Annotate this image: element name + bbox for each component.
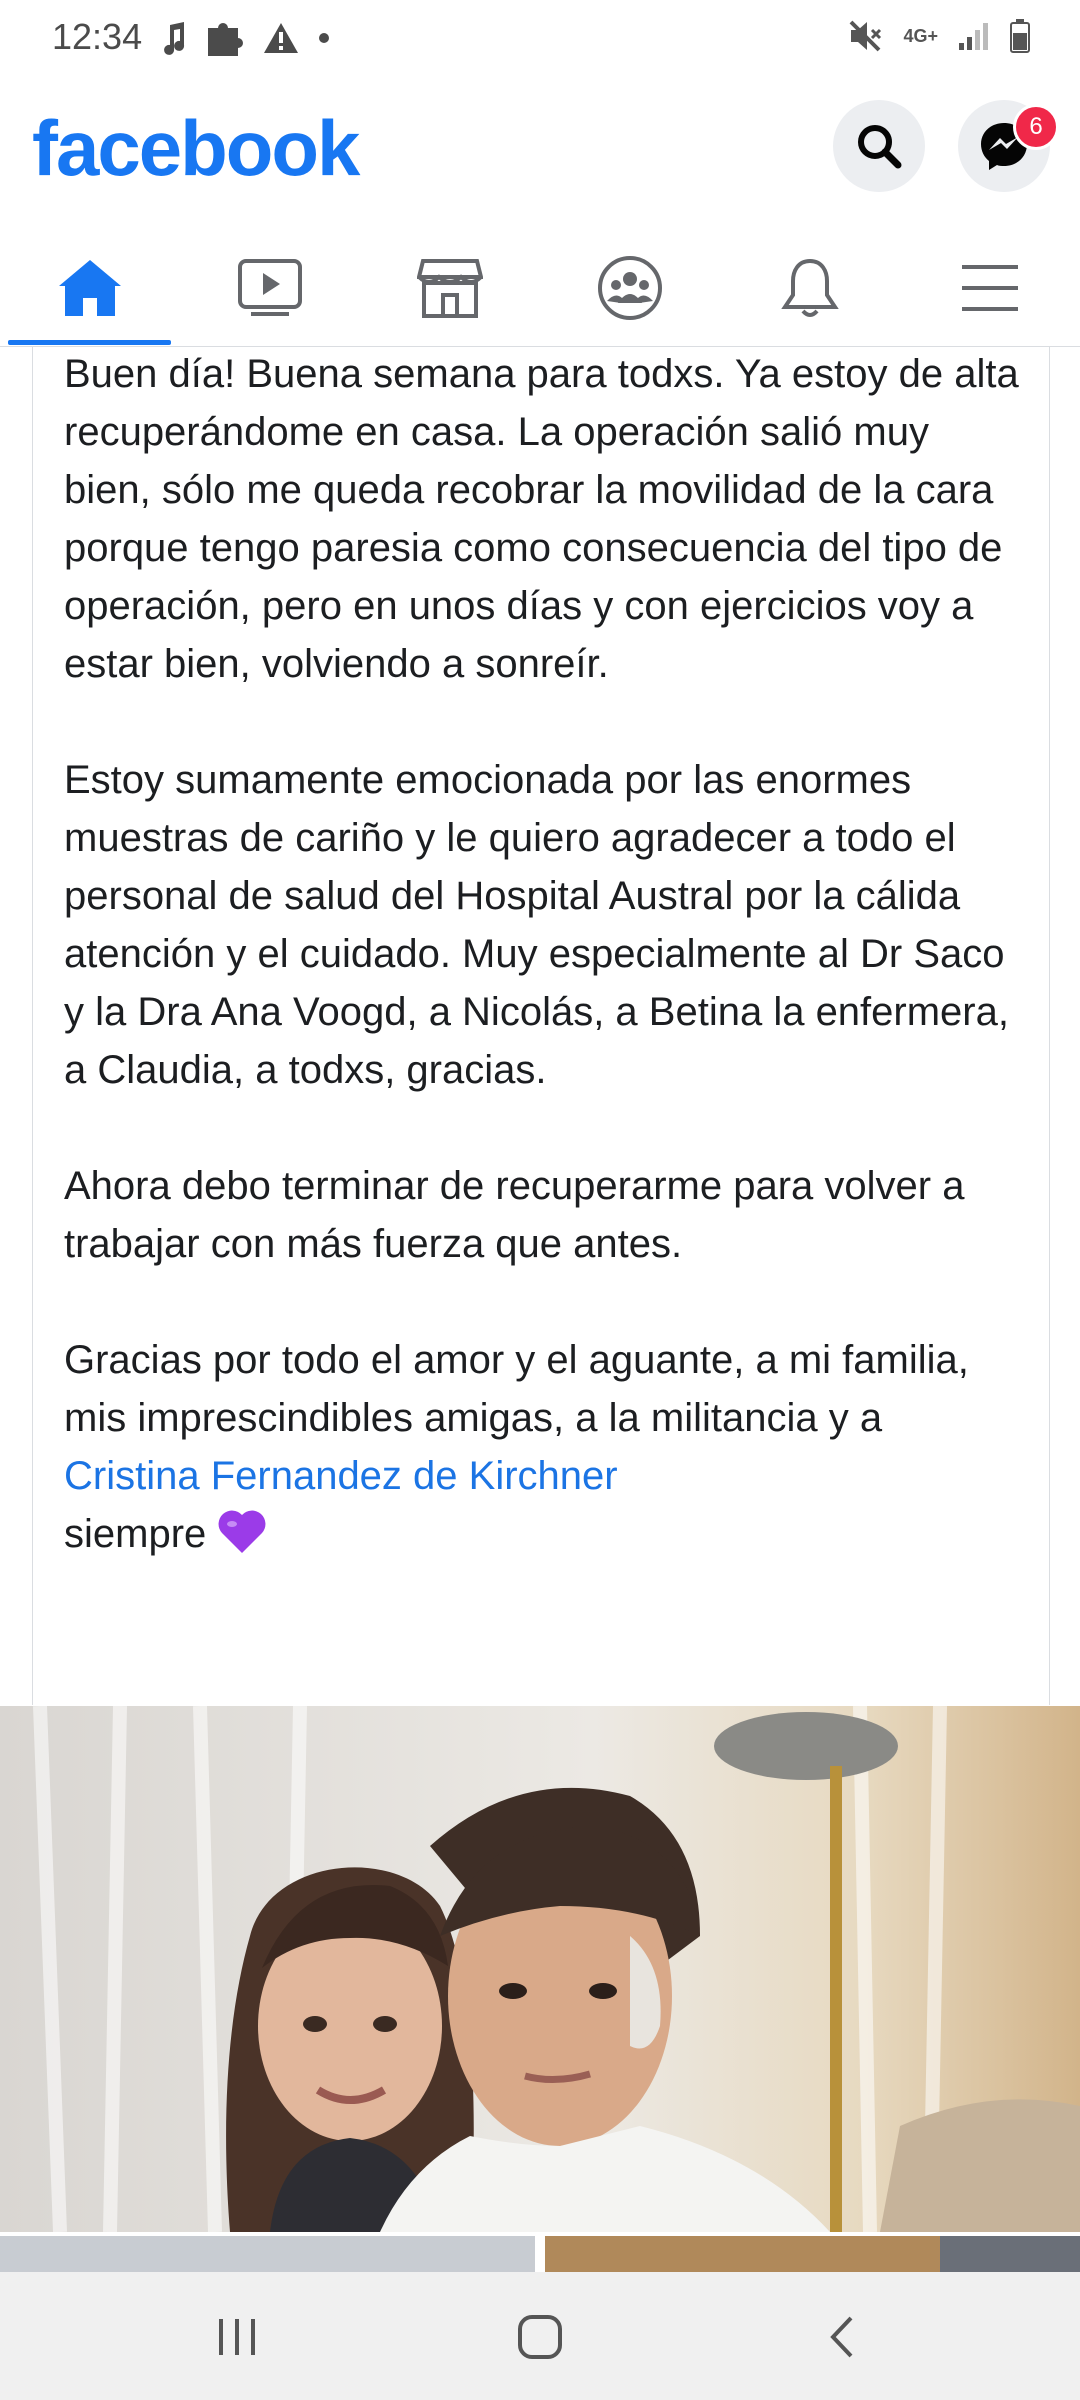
post-paragraph-3: Ahora debo terminar de recuperarme para … <box>64 1164 965 1266</box>
back-button[interactable] <box>802 2302 882 2372</box>
search-icon <box>858 125 902 169</box>
signal-icon <box>959 23 988 50</box>
post-photo-row-2[interactable] <box>0 2236 1080 2272</box>
post-photo[interactable] <box>0 1706 1080 2232</box>
mute-icon <box>850 20 882 52</box>
video-icon <box>238 259 302 316</box>
store-icon <box>417 259 483 318</box>
music-note-icon <box>164 22 185 55</box>
photo-thumbnails <box>0 2236 1080 2272</box>
groups-icon <box>598 256 662 320</box>
status-icons-left <box>162 18 330 58</box>
battery-icon <box>1010 19 1030 53</box>
facebook-logo[interactable]: facebook <box>32 103 360 194</box>
network-type: 4G+ <box>903 26 938 46</box>
post-text: Buen día! Buena semana para todxs. Ya es… <box>64 345 1024 1621</box>
status-icons-right: 4G+ <box>847 18 1030 54</box>
recents-button[interactable] <box>197 2302 277 2372</box>
post-paragraph-4: Gracias por todo el amor y el aguante, a… <box>64 1331 1024 1563</box>
tab-groups[interactable] <box>550 230 710 346</box>
dot-icon <box>319 33 329 43</box>
search-button[interactable] <box>833 100 925 192</box>
status-bar: 12:34 4G+ <box>0 0 1080 80</box>
status-time: 12:34 <box>52 16 143 57</box>
post-paragraph-4-start: Gracias por todo el amor y el aguante, a… <box>64 1338 969 1440</box>
tab-marketplace[interactable] <box>370 230 530 346</box>
menu-icon <box>962 265 1018 311</box>
photo-image <box>0 1706 1080 2232</box>
system-nav-bar <box>0 2272 1080 2400</box>
tab-notifications[interactable] <box>730 230 890 346</box>
home-icon <box>59 260 121 316</box>
mention-link[interactable]: Cristina Fernandez de Kirchner <box>64 1454 618 1498</box>
purple-heart-emoji <box>218 1510 266 1553</box>
messenger-badge: 6 <box>1013 104 1059 150</box>
puzzle-icon <box>208 23 243 56</box>
home-button-icon <box>518 2315 562 2359</box>
home-button[interactable] <box>500 2302 580 2372</box>
bell-icon <box>781 258 839 317</box>
back-icon <box>830 2316 853 2358</box>
post-paragraph-4-end: siempre <box>64 1512 207 1556</box>
tab-home[interactable] <box>10 230 170 346</box>
tab-watch[interactable] <box>190 230 350 346</box>
tab-bar <box>0 230 1080 347</box>
warning-icon <box>264 23 298 53</box>
post-paragraph-1: Buen día! Buena semana para todxs. Ya es… <box>64 352 1019 686</box>
tab-menu[interactable] <box>910 230 1070 346</box>
post-paragraph-2: Estoy sumamente emocionada por las enorm… <box>64 758 1009 1092</box>
recents-icon <box>219 2319 255 2355</box>
